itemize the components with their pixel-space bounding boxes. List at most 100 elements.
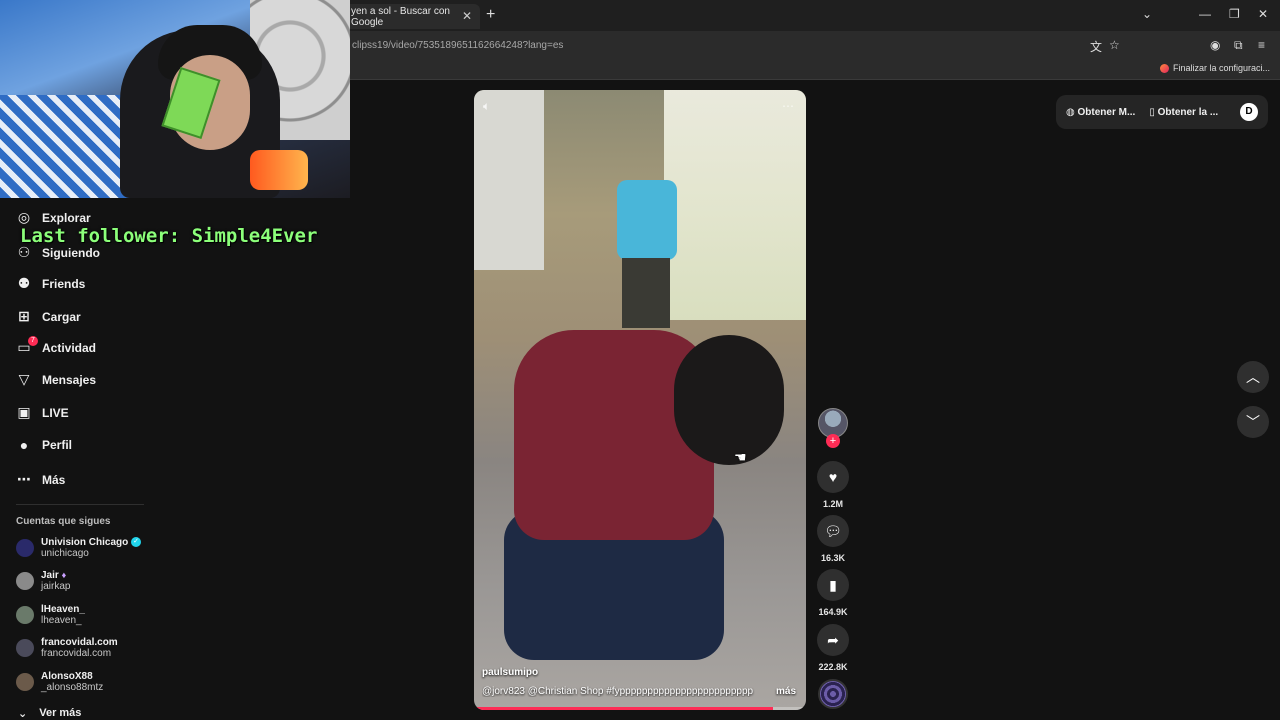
sidebar-item-cargar[interactable]: ⊞ Cargar — [16, 308, 81, 325]
follow-plus-icon[interactable]: + — [826, 434, 840, 448]
sidebar-item-label: Friends — [42, 276, 86, 291]
video-scene-person-back-legs — [622, 258, 670, 328]
upload-icon: ⊞ — [18, 308, 30, 324]
account-name: AlonsoX88 — [41, 671, 93, 682]
video-scene-board — [474, 90, 544, 270]
bookmark-icon: ▮ — [829, 576, 837, 593]
close-window-icon[interactable]: ✕ — [1258, 7, 1268, 21]
sidebar-item-label: Mensajes — [42, 372, 97, 387]
profile-logo-icon[interactable]: D — [1240, 103, 1258, 121]
messages-icon: ▽ — [18, 371, 30, 387]
options-icon[interactable]: ⋯ — [782, 99, 794, 113]
video-player[interactable]: 🔈︎ ⋯ paulsumipo @jorv823 @Christian Shop… — [474, 90, 806, 710]
avatar — [16, 606, 34, 624]
minimize-icon[interactable]: — — [1199, 7, 1211, 21]
translate-icon[interactable]: 文 — [1090, 38, 1102, 55]
previous-video-button[interactable]: ︿ — [1237, 361, 1269, 393]
sidebar-divider — [16, 504, 144, 505]
followed-account[interactable]: francovidal.com francovidal.com — [16, 637, 118, 659]
account-handle: lheaven_ — [41, 615, 82, 626]
get-app-label: Obtener la ... — [1157, 106, 1219, 118]
get-coins-button[interactable]: ◍ Obtener M... — [1066, 107, 1135, 118]
save-count: 164.9K — [818, 607, 848, 617]
video-scene-window — [664, 90, 806, 320]
extensions-icon[interactable]: ⧉ — [1234, 38, 1243, 53]
sidebar-item-mensajes[interactable]: ▽ Mensajes — [16, 371, 96, 388]
share-icon: ➦ — [827, 631, 839, 648]
video-author[interactable]: paulsumipo — [482, 667, 538, 678]
account-name: francovidal.com — [41, 637, 118, 648]
avatar — [16, 539, 34, 557]
sidebar-item-explorar[interactable]: ◎ Explorar — [16, 209, 91, 226]
sidebar-item-label: Explorar — [42, 210, 91, 225]
comment-count: 16.3K — [820, 553, 846, 563]
heart-icon: ♥ — [828, 469, 838, 485]
maximize-icon[interactable]: ❐ — [1229, 7, 1240, 21]
sidebar-item-live[interactable]: ▣ LIVE — [16, 404, 69, 421]
video-progress-fill — [474, 707, 773, 710]
video-scene-person-head — [674, 335, 784, 465]
bookmark-item[interactable]: Finalizar la configuraci... — [1159, 63, 1270, 73]
sidebar-item-label: Perfil — [42, 438, 73, 452]
mouse-cursor-icon: ☚ — [734, 449, 747, 465]
following-section-title: Cuentas que sigues — [16, 516, 111, 527]
url-field[interactable]: clipss19/video/7535189651162664248?lang=… — [352, 40, 563, 51]
last-follower-overlay: Last follower: Simple4Ever — [20, 225, 318, 247]
profile-icon: ● — [19, 437, 29, 453]
get-coins-label: Obtener M... — [1077, 106, 1136, 118]
account-handle: jairkap — [41, 581, 71, 592]
friends-icon: ⚉ — [17, 275, 31, 291]
video-caption: @jorv823 @Christian Shop #fypppppppppppp… — [482, 686, 798, 697]
caption-more-button[interactable]: más — [776, 686, 796, 697]
live-icon: ▣ — [17, 404, 31, 420]
followed-account[interactable]: Univision Chicago ✓ unichicago — [16, 537, 142, 559]
sidebar-item-label: LIVE — [42, 405, 69, 420]
phone-icon: ▯ — [1149, 106, 1155, 118]
account-handle: _alonso88mtz — [41, 682, 104, 693]
sidebar-item-label: Cargar — [42, 309, 81, 324]
next-video-button[interactable]: ﹀ — [1237, 406, 1269, 438]
volume-icon[interactable]: 🔈︎ — [483, 99, 490, 114]
bookmark-star-icon[interactable]: ☆ — [1109, 38, 1120, 52]
webcam-mic — [250, 150, 308, 190]
bookmark-label: Finalizar la configuraci... — [1172, 63, 1270, 73]
followed-account[interactable]: AlonsoX88 _alonso88mtz — [16, 671, 103, 693]
video-progress-bar[interactable] — [474, 707, 806, 710]
menu-icon[interactable]: ≡ — [1258, 38, 1265, 52]
account-name: Univision Chicago — [41, 537, 129, 548]
chevron-down-icon: ﹀ — [1246, 414, 1260, 430]
browser-tab[interactable]: yen a sol - Buscar con Google ✕ — [342, 4, 480, 29]
sidebar-item-perfil[interactable]: ● Perfil — [16, 437, 72, 453]
verified-icon: ✓ — [131, 537, 142, 548]
sidebar-item-mas[interactable]: ⋯ Más — [16, 471, 65, 488]
account-icon[interactable]: ◉ — [1210, 38, 1220, 52]
sidebar-item-label: Más — [42, 472, 66, 487]
avatar — [16, 639, 34, 657]
drop-icon: ♦ — [61, 570, 67, 580]
followed-account[interactable]: Jair ♦ jairkap — [16, 570, 70, 592]
music-disc-icon[interactable] — [818, 679, 848, 709]
tab-title: yen a sol - Buscar con Google — [351, 5, 450, 28]
tab-list-chevron-icon[interactable]: ⌄ — [1142, 7, 1152, 21]
tab-close-icon[interactable]: ✕ — [462, 9, 472, 23]
get-app-button[interactable]: ▯ Obtener la ... — [1149, 107, 1218, 118]
chevron-down-icon: ⌄ — [18, 708, 28, 720]
account-name: lHeaven_ — [41, 604, 85, 615]
firefox-icon — [1159, 63, 1169, 73]
like-button[interactable]: ♥ — [817, 461, 849, 493]
comment-icon: 💬︎ — [824, 522, 842, 539]
save-button[interactable]: ▮ — [817, 569, 849, 601]
coin-icon: ◍ — [1066, 106, 1075, 118]
video-scene-person-back — [617, 180, 677, 260]
account-handle: unichicago — [41, 548, 89, 559]
caption-text: @jorv823 @Christian Shop #fypppppppppppp… — [482, 686, 754, 697]
see-more-button[interactable]: ⌄ Ver más — [18, 707, 81, 720]
followed-account[interactable]: lHeaven_ lheaven_ — [16, 604, 85, 626]
comment-button[interactable]: 💬︎ — [817, 515, 849, 547]
new-tab-button[interactable]: + — [486, 6, 495, 24]
sidebar-item-friends[interactable]: ⚉ Friends — [16, 275, 86, 292]
share-count: 222.8K — [818, 662, 848, 672]
account-name: Jair — [41, 570, 59, 581]
share-button[interactable]: ➦ — [817, 624, 849, 656]
sidebar-item-label: Actividad — [42, 340, 97, 355]
